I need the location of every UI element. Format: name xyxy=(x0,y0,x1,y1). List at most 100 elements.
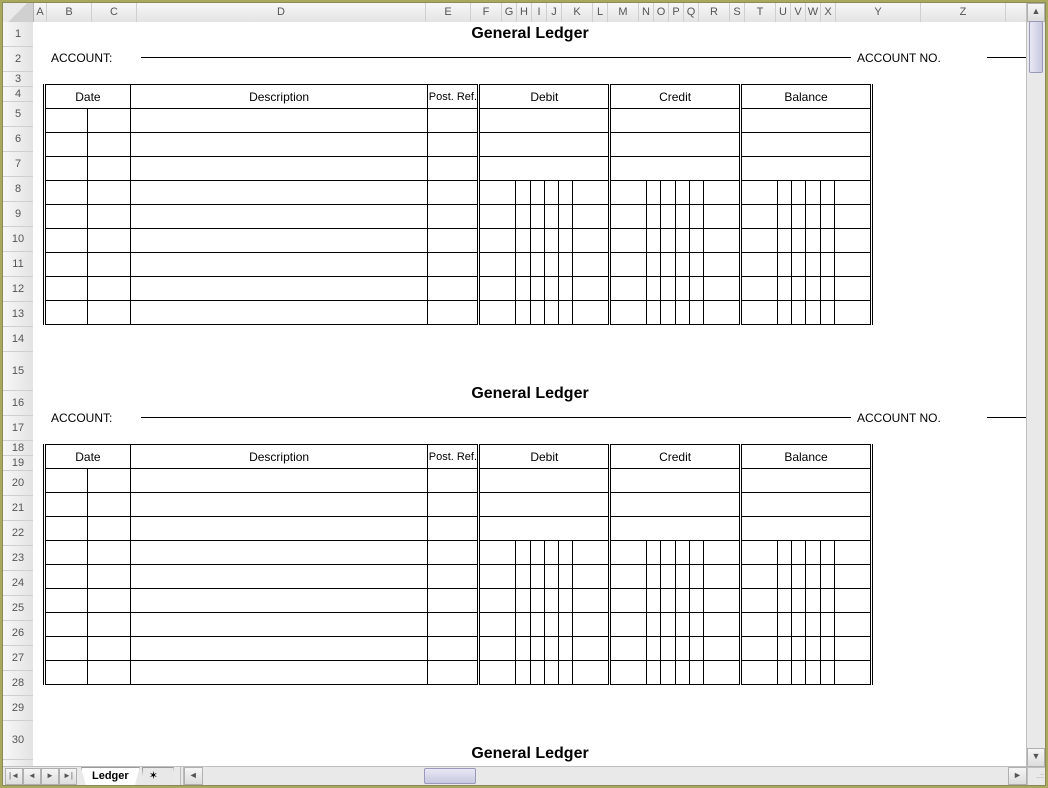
column-header-L[interactable]: L xyxy=(593,3,608,22)
next-sheet-button[interactable]: ► xyxy=(41,768,59,785)
col-debit: Debit xyxy=(479,445,610,469)
col-date: Date xyxy=(45,445,131,469)
row-header-17[interactable]: 17 xyxy=(3,416,33,441)
row-header-21[interactable]: 21 xyxy=(3,496,33,521)
column-header-G[interactable]: G xyxy=(502,3,517,22)
column-header-K[interactable]: K xyxy=(562,3,593,22)
column-header-Q[interactable]: Q xyxy=(684,3,699,22)
row-header-29[interactable]: 29 xyxy=(3,696,33,721)
last-sheet-button[interactable]: ►| xyxy=(59,768,77,785)
row-header-25[interactable]: 25 xyxy=(3,596,33,621)
row-header-4[interactable]: 4 xyxy=(3,87,33,102)
row-header-3[interactable]: 3 xyxy=(3,72,33,87)
col-description: Description xyxy=(130,445,427,469)
scroll-up-button[interactable]: ▲ xyxy=(1027,3,1045,22)
column-header-V[interactable]: V xyxy=(791,3,806,22)
row-header-27[interactable]: 27 xyxy=(3,646,33,671)
ledger-title: General Ledger xyxy=(33,742,1027,766)
row-header-11[interactable]: 11 xyxy=(3,252,33,277)
row-header-6[interactable]: 6 xyxy=(3,127,33,152)
column-header-row: ABCDEFGHIJKLMNOPQRSTUVWXYZ xyxy=(3,3,1045,23)
account-label: ACCOUNT: xyxy=(33,411,141,425)
row-header-2[interactable]: 2 xyxy=(3,47,33,72)
col-description: Description xyxy=(130,85,427,109)
column-header-M[interactable]: M xyxy=(608,3,639,22)
row-header-22[interactable]: 22 xyxy=(3,521,33,546)
column-header-S[interactable]: S xyxy=(730,3,745,22)
row-header-24[interactable]: 24 xyxy=(3,571,33,596)
account-no-field-line[interactable] xyxy=(987,57,1027,58)
column-header-T[interactable]: T xyxy=(745,3,776,22)
row-header-13[interactable]: 13 xyxy=(3,302,33,327)
account-field-line[interactable] xyxy=(141,417,851,418)
row-header-9[interactable]: 9 xyxy=(3,202,33,227)
select-all-corner[interactable] xyxy=(3,3,34,22)
row-header-28[interactable]: 28 xyxy=(3,671,33,696)
account-no-field-line[interactable] xyxy=(987,417,1027,418)
col-credit: Credit xyxy=(610,85,741,109)
row-header-19[interactable]: 19 xyxy=(3,456,33,471)
column-header-N[interactable]: N xyxy=(639,3,654,22)
col-debit: Debit xyxy=(479,85,610,109)
column-header-X[interactable]: X xyxy=(821,3,836,22)
row-header-30[interactable]: 30 xyxy=(3,721,33,760)
column-header-U[interactable]: U xyxy=(776,3,791,22)
column-header-B[interactable]: B xyxy=(47,3,92,22)
prev-sheet-button[interactable]: ◄ xyxy=(23,768,41,785)
col-date: Date xyxy=(45,85,131,109)
row-header-1[interactable]: 1 xyxy=(3,22,33,47)
row-header-10[interactable]: 10 xyxy=(3,227,33,252)
vertical-scroll-thumb[interactable] xyxy=(1029,21,1043,73)
account-no-label: ACCOUNT NO. xyxy=(857,411,987,425)
column-header-H[interactable]: H xyxy=(517,3,532,22)
column-header-C[interactable]: C xyxy=(92,3,137,22)
col-credit: Credit xyxy=(610,445,741,469)
account-no-label: ACCOUNT NO. xyxy=(857,51,987,65)
cell-grid[interactable]: General Ledger ACCOUNT: ACCOUNT NO. Date… xyxy=(33,22,1027,767)
ledger-title: General Ledger xyxy=(33,382,1027,406)
col-postref: Post. Ref. xyxy=(428,445,479,469)
row-header-15[interactable]: 15 xyxy=(3,352,33,391)
row-header-26[interactable]: 26 xyxy=(3,621,33,646)
column-header-A[interactable]: A xyxy=(34,3,47,22)
scroll-left-button[interactable]: ◄ xyxy=(184,767,203,785)
sheet-tab-bar: |◄ ◄ ► ►| Ledger ✶ ◄ ► xyxy=(3,766,1027,785)
ledger-title: General Ledger xyxy=(33,22,1027,46)
col-balance: Balance xyxy=(741,85,872,109)
row-header-12[interactable]: 12 xyxy=(3,277,33,302)
column-header-P[interactable]: P xyxy=(669,3,684,22)
horizontal-scroll-thumb[interactable] xyxy=(424,768,476,784)
col-balance: Balance xyxy=(741,445,872,469)
account-label: ACCOUNT: xyxy=(33,51,141,65)
column-header-J[interactable]: J xyxy=(547,3,562,22)
column-header-Y[interactable]: Y xyxy=(836,3,921,22)
col-postref: Post. Ref. xyxy=(428,85,479,109)
scroll-right-button[interactable]: ► xyxy=(1008,767,1027,785)
row-header-5[interactable]: 5 xyxy=(3,102,33,127)
row-header-8[interactable]: 8 xyxy=(3,177,33,202)
sheet-tab-ledger[interactable]: Ledger xyxy=(81,767,140,785)
column-header-D[interactable]: D xyxy=(137,3,426,22)
column-header-Z[interactable]: Z xyxy=(921,3,1006,22)
ledger-table: Date Description Post. Ref. Debit Credit… xyxy=(43,84,873,325)
column-header-F[interactable]: F xyxy=(471,3,502,22)
row-header-16[interactable]: 16 xyxy=(3,391,33,416)
column-header-O[interactable]: O xyxy=(654,3,669,22)
resize-grip[interactable]: ..:: xyxy=(1027,767,1045,785)
row-header-7[interactable]: 7 xyxy=(3,152,33,177)
column-header-R[interactable]: R xyxy=(699,3,730,22)
horizontal-scrollbar[interactable]: ◄ ► xyxy=(180,767,1027,785)
column-header-I[interactable]: I xyxy=(532,3,547,22)
row-header-14[interactable]: 14 xyxy=(3,327,33,352)
row-header-23[interactable]: 23 xyxy=(3,546,33,571)
vertical-scrollbar[interactable]: ▲ ▼ xyxy=(1026,3,1045,767)
row-header-column: 1234567891011121314151617181920212223242… xyxy=(3,22,34,767)
account-field-line[interactable] xyxy=(141,57,851,58)
first-sheet-button[interactable]: |◄ xyxy=(5,768,23,785)
new-sheet-tab[interactable]: ✶ xyxy=(142,767,174,785)
row-header-18[interactable]: 18 xyxy=(3,441,33,456)
column-header-E[interactable]: E xyxy=(426,3,471,22)
row-header-20[interactable]: 20 xyxy=(3,471,33,496)
column-header-W[interactable]: W xyxy=(806,3,821,22)
scroll-down-button[interactable]: ▼ xyxy=(1027,748,1045,767)
